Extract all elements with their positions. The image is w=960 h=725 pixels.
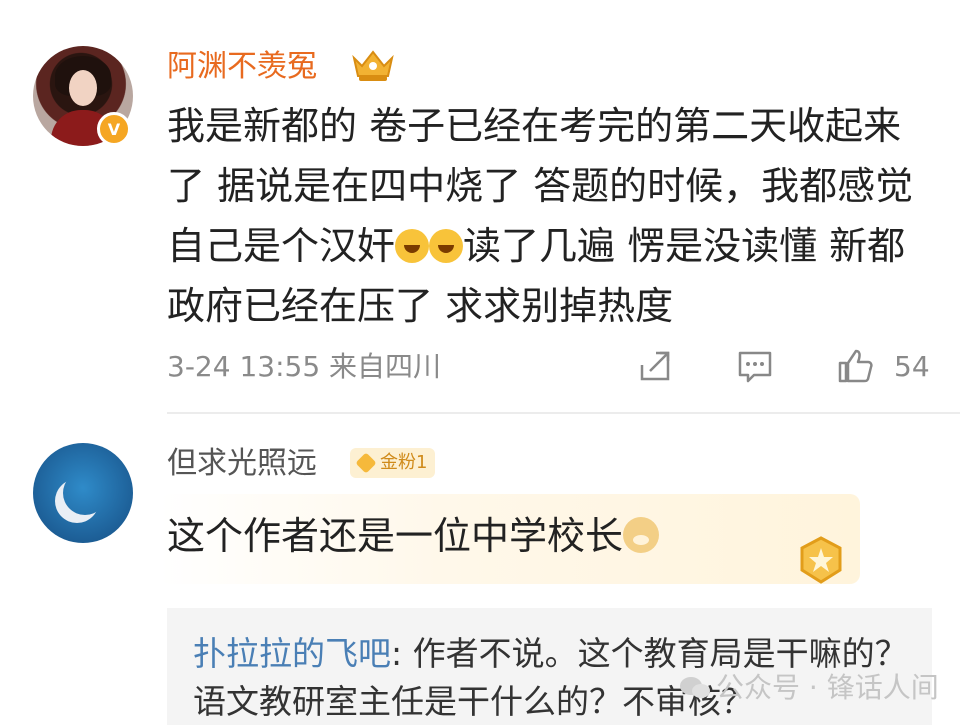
username[interactable]: 但求光照远 — [167, 444, 317, 484]
fan-badge: 金粉1 — [350, 448, 436, 478]
verified-badge: V — [97, 112, 131, 146]
comment-icon[interactable] — [736, 347, 774, 385]
comment-feed: V 阿渊不羡冤 我是新都的 卷子已经在考完的第二天收起来了 据说是在四中烧了 答… — [0, 0, 960, 725]
watermark: 公众号 · 锋话人间 — [716, 670, 939, 706]
crown-icon — [352, 50, 394, 81]
avatar-face — [69, 70, 97, 106]
reply-username[interactable]: 扑拉拉的飞吧 — [193, 634, 391, 673]
comment-text-part: 这个作者还是一位中学校长 — [167, 514, 624, 558]
laugh-cry-emoji — [429, 229, 464, 263]
avatar[interactable] — [33, 443, 133, 543]
moon-icon — [63, 471, 107, 515]
location: 来自四川 — [329, 350, 442, 383]
username[interactable]: 阿渊不羡冤 — [167, 47, 317, 87]
like-count: 54 — [894, 350, 930, 383]
wechat-icon — [680, 677, 710, 698]
share-icon[interactable] — [636, 347, 674, 385]
watermark-text: 公众号 · 锋话人间 — [716, 671, 939, 704]
like-icon[interactable] — [836, 347, 874, 385]
timestamp: 3-24 13:55 — [167, 350, 321, 383]
doge-emoji — [623, 517, 660, 553]
laugh-cry-emoji — [395, 229, 430, 263]
comment-text: 这个作者还是一位中学校长 — [167, 508, 660, 564]
divider — [167, 412, 960, 414]
gold-fan-badge-icon — [800, 536, 842, 584]
comment-text: 我是新都的 卷子已经在考完的第二天收起来了 据说是在四中烧了 答题的时候，我都感… — [167, 96, 927, 336]
comment-meta: 3-24 13:55 来自四川 — [167, 347, 441, 387]
